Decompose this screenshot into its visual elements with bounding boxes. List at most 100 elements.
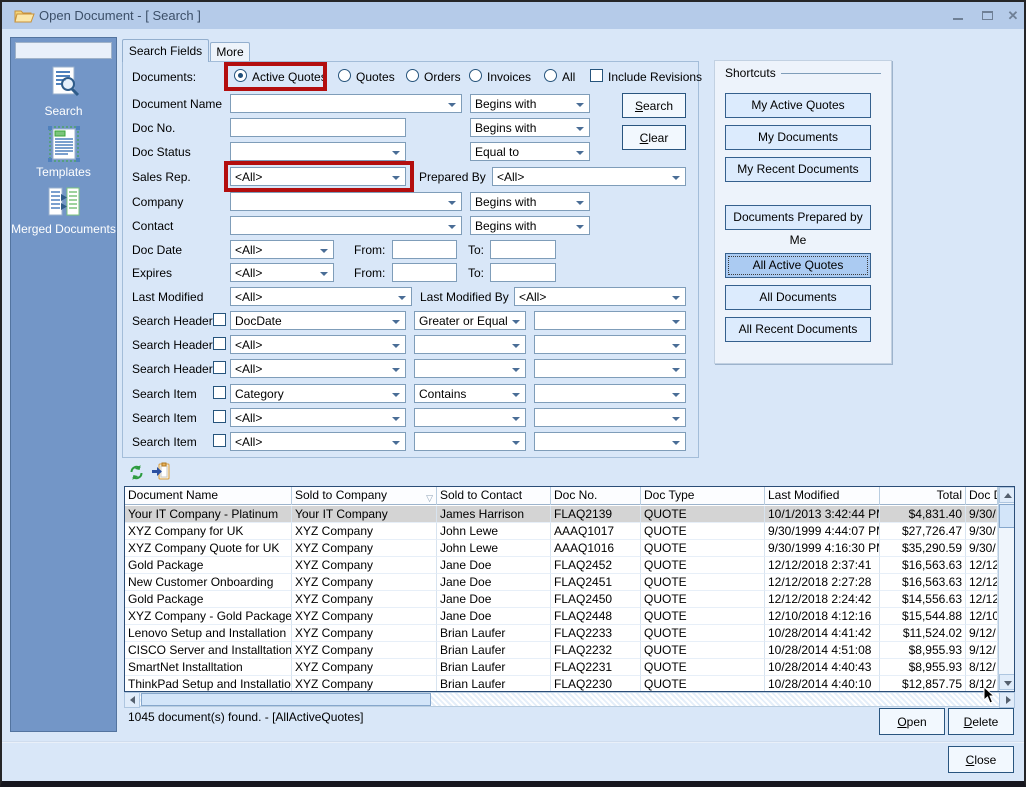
- search-item-2-checkbox[interactable]: [213, 410, 226, 423]
- minimize-button[interactable]: [948, 7, 970, 25]
- search-item-1-op-combo[interactable]: Contains: [414, 384, 526, 403]
- search-button[interactable]: Search: [622, 93, 686, 118]
- shortcut-my-documents[interactable]: My Documents: [725, 125, 871, 150]
- search-header-1-value-combo[interactable]: [534, 311, 686, 330]
- shortcut-my-recent-documents[interactable]: My Recent Documents: [725, 157, 871, 182]
- maximize-button[interactable]: [977, 7, 999, 25]
- column-header-sold-to-contact[interactable]: Sold to Contact: [437, 487, 551, 505]
- search-item-3-value-combo[interactable]: [534, 432, 686, 451]
- contact-op-combo[interactable]: Begins with: [470, 216, 590, 235]
- search-item-2-field-combo[interactable]: <All>: [230, 408, 406, 427]
- scroll-down-icon[interactable]: [999, 674, 1015, 690]
- column-header-doc-type[interactable]: Doc Type: [641, 487, 765, 505]
- search-header-1-field-combo[interactable]: DocDate: [230, 311, 406, 330]
- sidebar-item-search[interactable]: Search: [11, 65, 116, 118]
- table-row[interactable]: ThinkPad Setup and Installation XYZ Comp…: [125, 676, 998, 692]
- search-header-1-checkbox[interactable]: [213, 313, 226, 326]
- search-item-2-value-combo[interactable]: [534, 408, 686, 427]
- delete-button[interactable]: Delete: [948, 708, 1014, 735]
- table-row[interactable]: Gold Package XYZ Company Jane Doe FLAQ24…: [125, 557, 998, 574]
- column-header-last-modified[interactable]: Last Modified: [765, 487, 880, 505]
- search-item-1-field-combo[interactable]: Category: [230, 384, 406, 403]
- doc-status-op-combo[interactable]: Equal to: [470, 142, 590, 161]
- doc-date-from-input[interactable]: [392, 240, 457, 259]
- table-row[interactable]: Your IT Company - Platinum Your IT Compa…: [125, 506, 998, 523]
- search-header-1-op-combo[interactable]: Greater or Equal: [414, 311, 526, 330]
- table-row[interactable]: SmartNet Installtation XYZ Company Brian…: [125, 659, 998, 676]
- titlebar[interactable]: Open Document - [ Search ] ✕: [2, 2, 1024, 29]
- search-header-2-checkbox[interactable]: [213, 337, 226, 350]
- doc-no-op-combo[interactable]: Begins with: [470, 118, 590, 137]
- search-header-2-op-combo[interactable]: [414, 335, 526, 354]
- shortcut-all-active-quotes[interactable]: All Active Quotes: [725, 253, 871, 278]
- column-header-total[interactable]: Total: [880, 487, 966, 505]
- doc-date-combo[interactable]: <All>: [230, 240, 334, 259]
- search-item-3-op-combo[interactable]: [414, 432, 526, 451]
- close-dialog-button[interactable]: Close: [948, 746, 1014, 773]
- doc-date-to-input[interactable]: [490, 240, 556, 259]
- vertical-scrollbar[interactable]: [998, 487, 1014, 691]
- scroll-left-icon[interactable]: [124, 692, 140, 708]
- horizontal-scrollbar[interactable]: [124, 692, 1015, 707]
- prepared-by-combo[interactable]: <All>: [492, 167, 686, 186]
- send-to-clipboard-icon[interactable]: [151, 462, 171, 481]
- sidebar-item-merged-documents[interactable]: Merged Documents: [11, 185, 116, 236]
- scroll-right-icon[interactable]: [999, 692, 1015, 708]
- clear-button[interactable]: Clear: [622, 125, 686, 150]
- refresh-icon[interactable]: [129, 464, 144, 481]
- search-item-3-field-combo[interactable]: <All>: [230, 432, 406, 451]
- scroll-up-icon[interactable]: [999, 487, 1015, 503]
- column-header-doc-no[interactable]: Doc No.: [551, 487, 641, 505]
- vertical-scroll-thumb[interactable]: [999, 504, 1015, 528]
- document-name-combo[interactable]: [230, 94, 462, 113]
- radio-invoices[interactable]: [469, 69, 482, 82]
- shortcut-all-documents[interactable]: All Documents: [725, 285, 871, 310]
- table-row[interactable]: XYZ Company - Gold Package XYZ Company J…: [125, 608, 998, 625]
- search-header-2-value-combo[interactable]: [534, 335, 686, 354]
- search-item-2-op-combo[interactable]: [414, 408, 526, 427]
- company-combo[interactable]: [230, 192, 462, 211]
- search-header-3-checkbox[interactable]: [213, 361, 226, 374]
- search-header-3-value-combo[interactable]: [534, 359, 686, 378]
- table-row[interactable]: CISCO Server and Installtation XYZ Compa…: [125, 642, 998, 659]
- table-row[interactable]: Gold Package XYZ Company Jane Doe FLAQ24…: [125, 591, 998, 608]
- document-name-op-combo[interactable]: Begins with: [470, 94, 590, 113]
- search-header-3-field-combo[interactable]: <All>: [230, 359, 406, 378]
- last-modified-by-combo[interactable]: <All>: [514, 287, 686, 306]
- column-header-sold-to-company[interactable]: Sold to Company▽: [292, 487, 437, 505]
- sidebar-item-templates[interactable]: Templates: [11, 126, 116, 179]
- expires-to-input[interactable]: [490, 263, 556, 282]
- search-header-3-op-combo[interactable]: [414, 359, 526, 378]
- last-modified-combo[interactable]: <All>: [230, 287, 412, 306]
- shortcut-documents-prepared-by-me[interactable]: Documents Prepared by Me: [725, 205, 871, 230]
- tab-more[interactable]: More: [210, 42, 250, 62]
- search-header-2-field-combo[interactable]: <All>: [230, 335, 406, 354]
- company-op-combo[interactable]: Begins with: [470, 192, 590, 211]
- close-button[interactable]: ✕: [1002, 7, 1024, 25]
- table-row[interactable]: XYZ Company for UK XYZ Company John Lewe…: [125, 523, 998, 540]
- column-header-document-name[interactable]: Document Name: [125, 487, 292, 505]
- search-item-1-value-combo[interactable]: [534, 384, 686, 403]
- search-item-3-checkbox[interactable]: [213, 434, 226, 447]
- tab-search-fields[interactable]: Search Fields: [122, 39, 209, 62]
- expires-from-input[interactable]: [392, 263, 457, 282]
- expires-combo[interactable]: <All>: [230, 263, 334, 282]
- horizontal-scroll-thumb[interactable]: [141, 693, 431, 706]
- doc-status-combo[interactable]: [230, 142, 406, 161]
- radio-all[interactable]: [544, 69, 557, 82]
- table-row[interactable]: XYZ Company Quote for UK XYZ Company Joh…: [125, 540, 998, 557]
- contact-combo[interactable]: [230, 216, 462, 235]
- open-button[interactable]: Open: [879, 708, 945, 735]
- sales-rep-combo[interactable]: <All>: [230, 167, 406, 186]
- radio-quotes[interactable]: [338, 69, 351, 82]
- doc-no-input[interactable]: [230, 118, 406, 137]
- search-item-1-checkbox[interactable]: [213, 386, 226, 399]
- shortcut-my-active-quotes[interactable]: My Active Quotes: [725, 93, 871, 118]
- include-revisions-checkbox[interactable]: [590, 69, 603, 82]
- table-row[interactable]: Lenovo Setup and Installation XYZ Compan…: [125, 625, 998, 642]
- radio-orders[interactable]: [406, 69, 419, 82]
- table-row[interactable]: New Customer Onboarding XYZ Company Jane…: [125, 574, 998, 591]
- radio-active-quotes[interactable]: [234, 69, 247, 82]
- column-header-doc-date[interactable]: Doc Date: [966, 487, 998, 505]
- shortcut-all-recent-documents[interactable]: All Recent Documents: [725, 317, 871, 342]
